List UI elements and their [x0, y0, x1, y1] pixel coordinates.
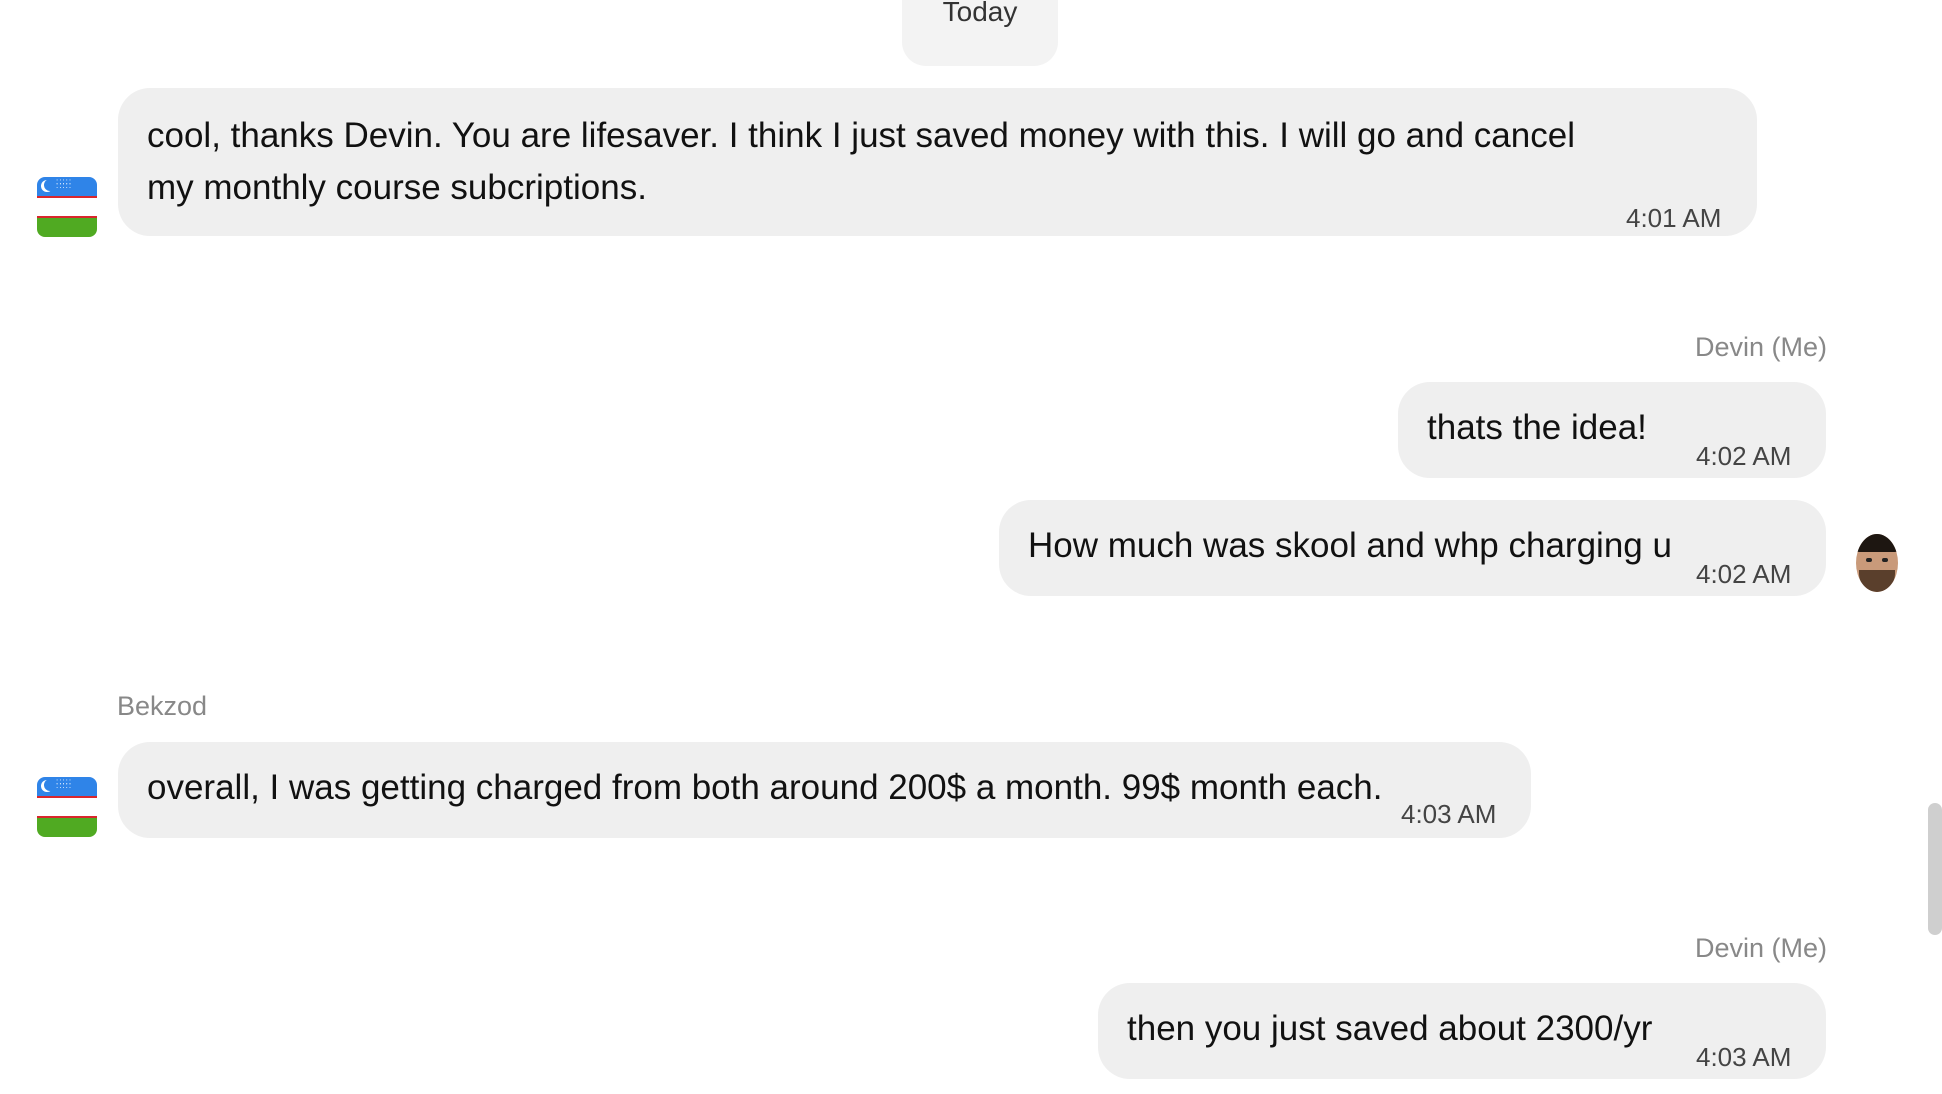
scrollbar-thumb[interactable]: [1928, 803, 1942, 935]
message-bubble-outgoing[interactable]: then you just saved about 2300/yr 4:03 A…: [1098, 983, 1826, 1079]
message-time: 4:01 AM: [1626, 203, 1722, 233]
sender-name: Bekzod: [117, 691, 208, 721]
message-text: How much was skool and whp charging u: [1028, 526, 1672, 565]
message-time: 4:02 AM: [1696, 559, 1792, 589]
sender-name: Devin (Me): [1694, 332, 1827, 362]
message-text: then you just saved about 2300/yr: [1127, 1009, 1653, 1048]
message-time: 4:03 AM: [1696, 1042, 1792, 1072]
date-separator: Today: [902, 0, 1058, 66]
message-line: cool, thanks Devin. You are lifesaver. I…: [147, 116, 1575, 155]
sender-name: Devin (Me): [1694, 933, 1827, 963]
message-text: thats the idea!: [1427, 408, 1647, 447]
contact-avatar-icon[interactable]: ::::::::::: [37, 177, 97, 237]
message-bubble-incoming[interactable]: overall, I was getting charged from both…: [118, 742, 1531, 838]
message-time: 4:02 AM: [1696, 441, 1792, 471]
message-text: overall, I was getting charged from both…: [147, 768, 1383, 807]
message-line: my monthly course subcriptions.: [147, 168, 647, 207]
my-avatar-icon[interactable]: [1856, 534, 1898, 592]
chat-thread: Today :::::::::: cool, thanks Devin. You…: [0, 0, 1942, 1094]
message-bubble-incoming[interactable]: cool, thanks Devin. You are lifesaver. I…: [118, 88, 1757, 236]
message-time: 4:03 AM: [1401, 799, 1497, 829]
message-bubble-outgoing[interactable]: thats the idea! 4:02 AM: [1398, 382, 1826, 478]
message-bubble-outgoing[interactable]: How much was skool and whp charging u 4:…: [999, 500, 1826, 596]
contact-avatar-icon[interactable]: ::::::::::: [37, 777, 97, 837]
